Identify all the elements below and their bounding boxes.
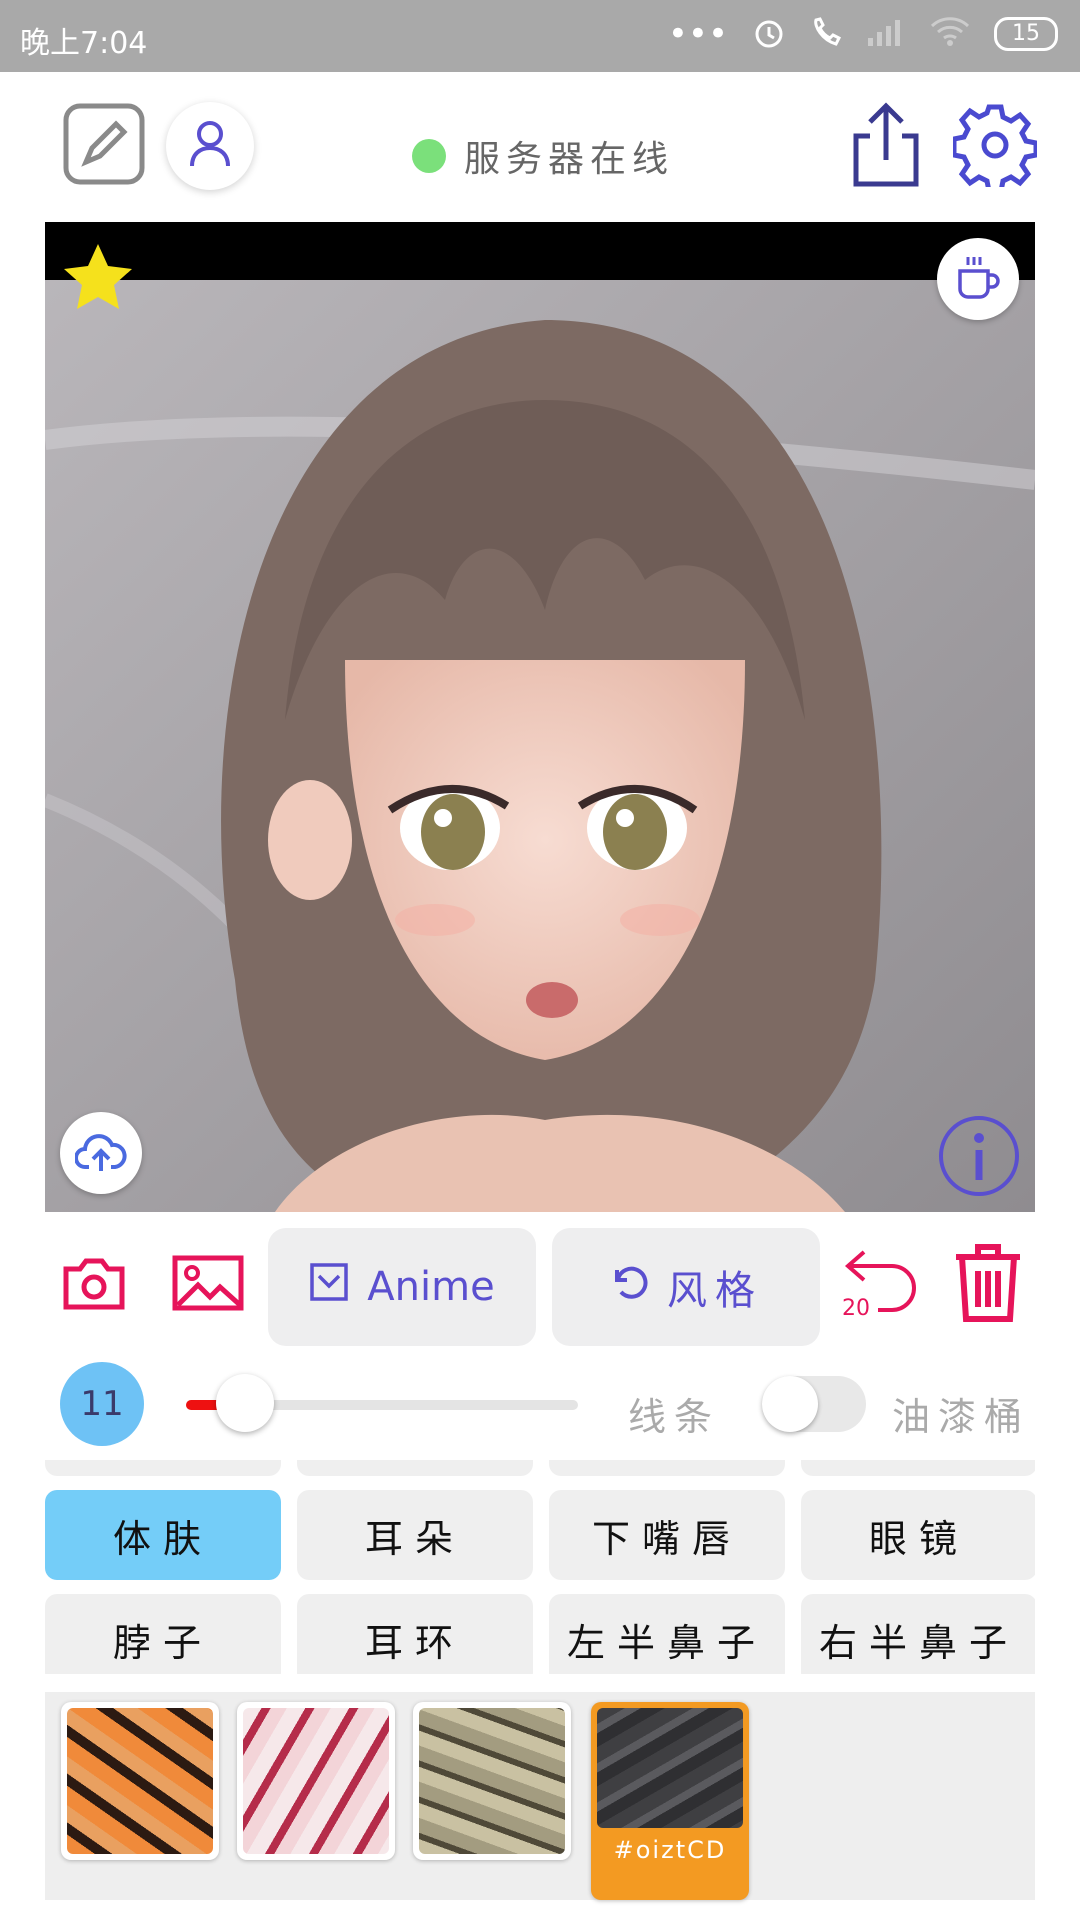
rotate-icon (609, 1262, 649, 1312)
gear-icon (951, 103, 1039, 194)
signal-icon (866, 16, 906, 52)
texture-khaki-camo (419, 1708, 565, 1854)
paint-bucket-label: 油漆桶 (892, 1395, 1031, 1439)
part-neck[interactable]: 脖子 (45, 1594, 281, 1674)
wifi-icon (930, 16, 970, 52)
more-dots-icon: ••• (667, 14, 728, 54)
style-reset-button[interactable]: 风格 (552, 1228, 820, 1346)
gallery-button[interactable] (172, 1255, 244, 1315)
upload-button[interactable] (60, 1112, 142, 1194)
texture-swatch-selected[interactable]: #oiztCD (591, 1702, 749, 1900)
part-skin[interactable]: 体肤 (45, 1490, 281, 1580)
texture-palette: #oiztCD (45, 1692, 1035, 1900)
undo-button[interactable]: 20 (840, 1244, 924, 1324)
texture-swatch[interactable] (237, 1702, 395, 1860)
share-icon (850, 102, 922, 192)
server-status: 服务器在线 (412, 130, 674, 182)
image-icon (172, 1255, 244, 1315)
part-partial-row (801, 1460, 1035, 1476)
edit-icon (62, 102, 146, 190)
coffee-icon (954, 253, 1002, 305)
line-mode-label: 线条 (628, 1395, 721, 1439)
status-time: 晚上7:04 (20, 26, 148, 61)
server-status-text: 服务器在线 (464, 139, 675, 180)
info-button[interactable] (937, 1114, 1021, 1202)
part-ear[interactable]: 耳朵 (297, 1490, 533, 1580)
brush-controls: 11 线条 油漆桶 (0, 1362, 1080, 1452)
texture-dark-leather (597, 1708, 743, 1828)
call-icon (810, 16, 842, 52)
texture-swatch[interactable] (61, 1702, 219, 1860)
texture-swatch[interactable] (413, 1702, 571, 1860)
upload-cloud-icon (74, 1129, 127, 1177)
image-top-band (45, 222, 1035, 280)
user-icon (188, 120, 232, 172)
checkbox-icon (309, 1262, 349, 1312)
texture-caption: #oiztCD (613, 1836, 727, 1864)
alarm-icon (752, 15, 786, 53)
info-icon (937, 1116, 1021, 1202)
texture-red-white (243, 1708, 389, 1854)
share-button[interactable] (846, 102, 926, 192)
brush-size-slider[interactable] (186, 1374, 578, 1432)
part-partial-row (297, 1460, 533, 1476)
face-part-grid: 体肤 耳朵 下嘴唇 眼镜 脖子 耳环 左半鼻子 右半鼻子 (45, 1460, 1035, 1674)
part-earring[interactable]: 耳环 (297, 1594, 533, 1674)
battery-indicator: 15 (994, 17, 1058, 51)
anime-portrait-image (45, 280, 1035, 1212)
trash-icon (952, 1243, 1024, 1327)
favorite-button[interactable] (63, 242, 133, 314)
online-dot (412, 139, 446, 173)
brush-size-badge[interactable]: 11 (60, 1362, 144, 1446)
status-bar: 晚上7:04 ••• 15 (0, 0, 1080, 72)
camera-button[interactable] (62, 1256, 126, 1314)
part-right-nose[interactable]: 右半鼻子 (801, 1594, 1035, 1674)
style-label: 风格 (667, 1268, 763, 1314)
coffee-button[interactable] (937, 238, 1019, 320)
paint-bucket-toggle[interactable] (762, 1376, 866, 1432)
anime-mode-label: Anime (367, 1264, 495, 1310)
part-left-nose[interactable]: 左半鼻子 (549, 1594, 785, 1674)
user-button[interactable] (166, 102, 254, 190)
status-icons: ••• 15 (668, 14, 1058, 54)
part-partial-row (549, 1460, 785, 1476)
brush-size-thumb[interactable] (215, 1374, 274, 1432)
toggle-knob (762, 1376, 818, 1432)
texture-orange-tiger (67, 1708, 213, 1854)
tool-row: Anime 风格 20 (0, 1222, 1080, 1352)
part-lower-lip[interactable]: 下嘴唇 (549, 1490, 785, 1580)
settings-button[interactable] (951, 103, 1039, 194)
undo-count: 20 (842, 1296, 870, 1321)
delete-button[interactable] (950, 1244, 1026, 1326)
part-partial-row (45, 1460, 281, 1476)
part-glasses[interactable]: 眼镜 (801, 1490, 1035, 1580)
top-bar: 服务器在线 (0, 72, 1080, 222)
anime-portrait-canvas[interactable] (45, 222, 1035, 1212)
star-icon (63, 244, 133, 314)
camera-icon (62, 1255, 126, 1315)
anime-mode-button[interactable]: Anime (268, 1228, 536, 1346)
edit-button[interactable] (62, 102, 146, 190)
